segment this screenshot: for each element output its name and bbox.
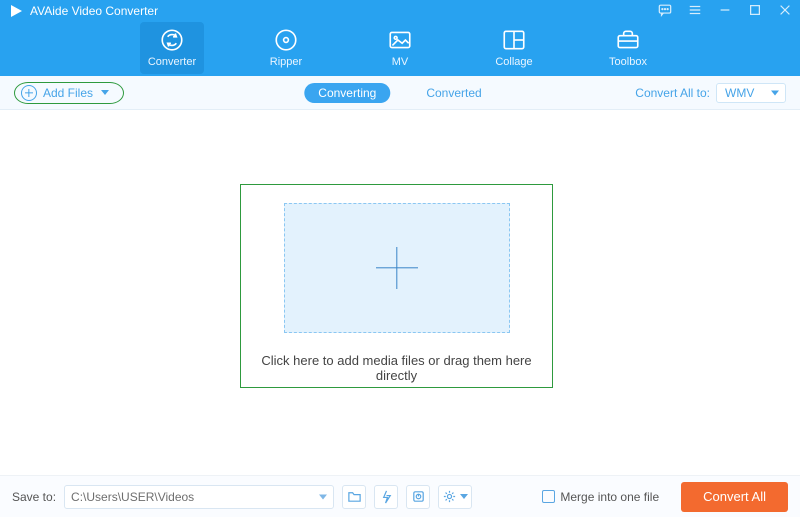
drop-zone-inner[interactable]: [284, 203, 510, 333]
add-files-button[interactable]: Add Files: [14, 82, 124, 104]
subtab-converted[interactable]: Converted: [412, 83, 495, 103]
merge-label: Merge into one file: [560, 490, 659, 504]
titlebar: AVAide Video Converter: [0, 0, 800, 22]
maximize-icon[interactable]: [748, 3, 762, 20]
output-format-value: WMV: [725, 86, 754, 100]
open-folder-button[interactable]: [342, 485, 366, 509]
save-to-label: Save to:: [12, 490, 56, 504]
converter-icon: [140, 26, 204, 54]
chevron-down-icon: [771, 90, 779, 95]
tab-toolbox[interactable]: Toolbox: [596, 22, 660, 74]
tab-label: Toolbox: [596, 56, 660, 68]
main-tabs: Converter Ripper MV Collage Toolbox: [0, 22, 800, 74]
menu-icon[interactable]: [688, 3, 702, 20]
app-title: AVAide Video Converter: [30, 4, 158, 18]
workspace: Click here to add media files or drag th…: [0, 110, 800, 475]
tab-collage[interactable]: Collage: [482, 22, 546, 74]
convert-all-to: Convert All to: WMV: [635, 83, 786, 103]
bottom-bar: Save to: C:\Users\USER\Videos Merge into…: [0, 475, 800, 517]
collage-icon: [482, 26, 546, 54]
tab-label: Collage: [482, 56, 546, 68]
tab-label: MV: [368, 56, 432, 68]
subtab-converting[interactable]: Converting: [304, 83, 390, 103]
add-files-label: Add Files: [43, 86, 93, 100]
save-to-path-select[interactable]: C:\Users\USER\Videos: [64, 485, 334, 509]
tab-mv[interactable]: MV: [368, 22, 432, 74]
tab-label: Converter: [140, 56, 204, 68]
settings-dropdown[interactable]: [438, 485, 472, 509]
ripper-icon: [254, 26, 318, 54]
plus-icon: [376, 247, 418, 289]
sub-tabs: Converting Converted: [304, 83, 495, 103]
drop-zone-text: Click here to add media files or drag th…: [241, 353, 552, 383]
shutdown-button[interactable]: [406, 485, 430, 509]
tab-converter[interactable]: Converter: [140, 22, 204, 74]
hardware-accel-button[interactable]: [374, 485, 398, 509]
mv-icon: [368, 26, 432, 54]
subbar: Add Files Converting Converted Convert A…: [0, 76, 800, 110]
plus-icon: [21, 85, 37, 101]
checkbox-icon: [542, 490, 555, 503]
chevron-down-icon: [101, 90, 109, 95]
convert-all-button[interactable]: Convert All: [681, 482, 788, 512]
app-header: AVAide Video Converter Converter: [0, 0, 800, 76]
toolbox-icon: [596, 26, 660, 54]
window-controls: [658, 3, 792, 20]
tab-ripper[interactable]: Ripper: [254, 22, 318, 74]
drop-zone[interactable]: Click here to add media files or drag th…: [240, 184, 553, 388]
minimize-icon[interactable]: [718, 3, 732, 20]
output-format-select[interactable]: WMV: [716, 83, 786, 103]
convert-all-to-label: Convert All to:: [635, 86, 710, 100]
tab-label: Ripper: [254, 56, 318, 68]
chevron-down-icon: [319, 494, 327, 499]
close-icon[interactable]: [778, 3, 792, 20]
feedback-icon[interactable]: [658, 3, 672, 20]
merge-checkbox[interactable]: Merge into one file: [542, 490, 659, 504]
chevron-down-icon: [460, 494, 468, 499]
app-logo-icon: [8, 3, 24, 19]
save-to-path-value: C:\Users\USER\Videos: [71, 490, 194, 504]
